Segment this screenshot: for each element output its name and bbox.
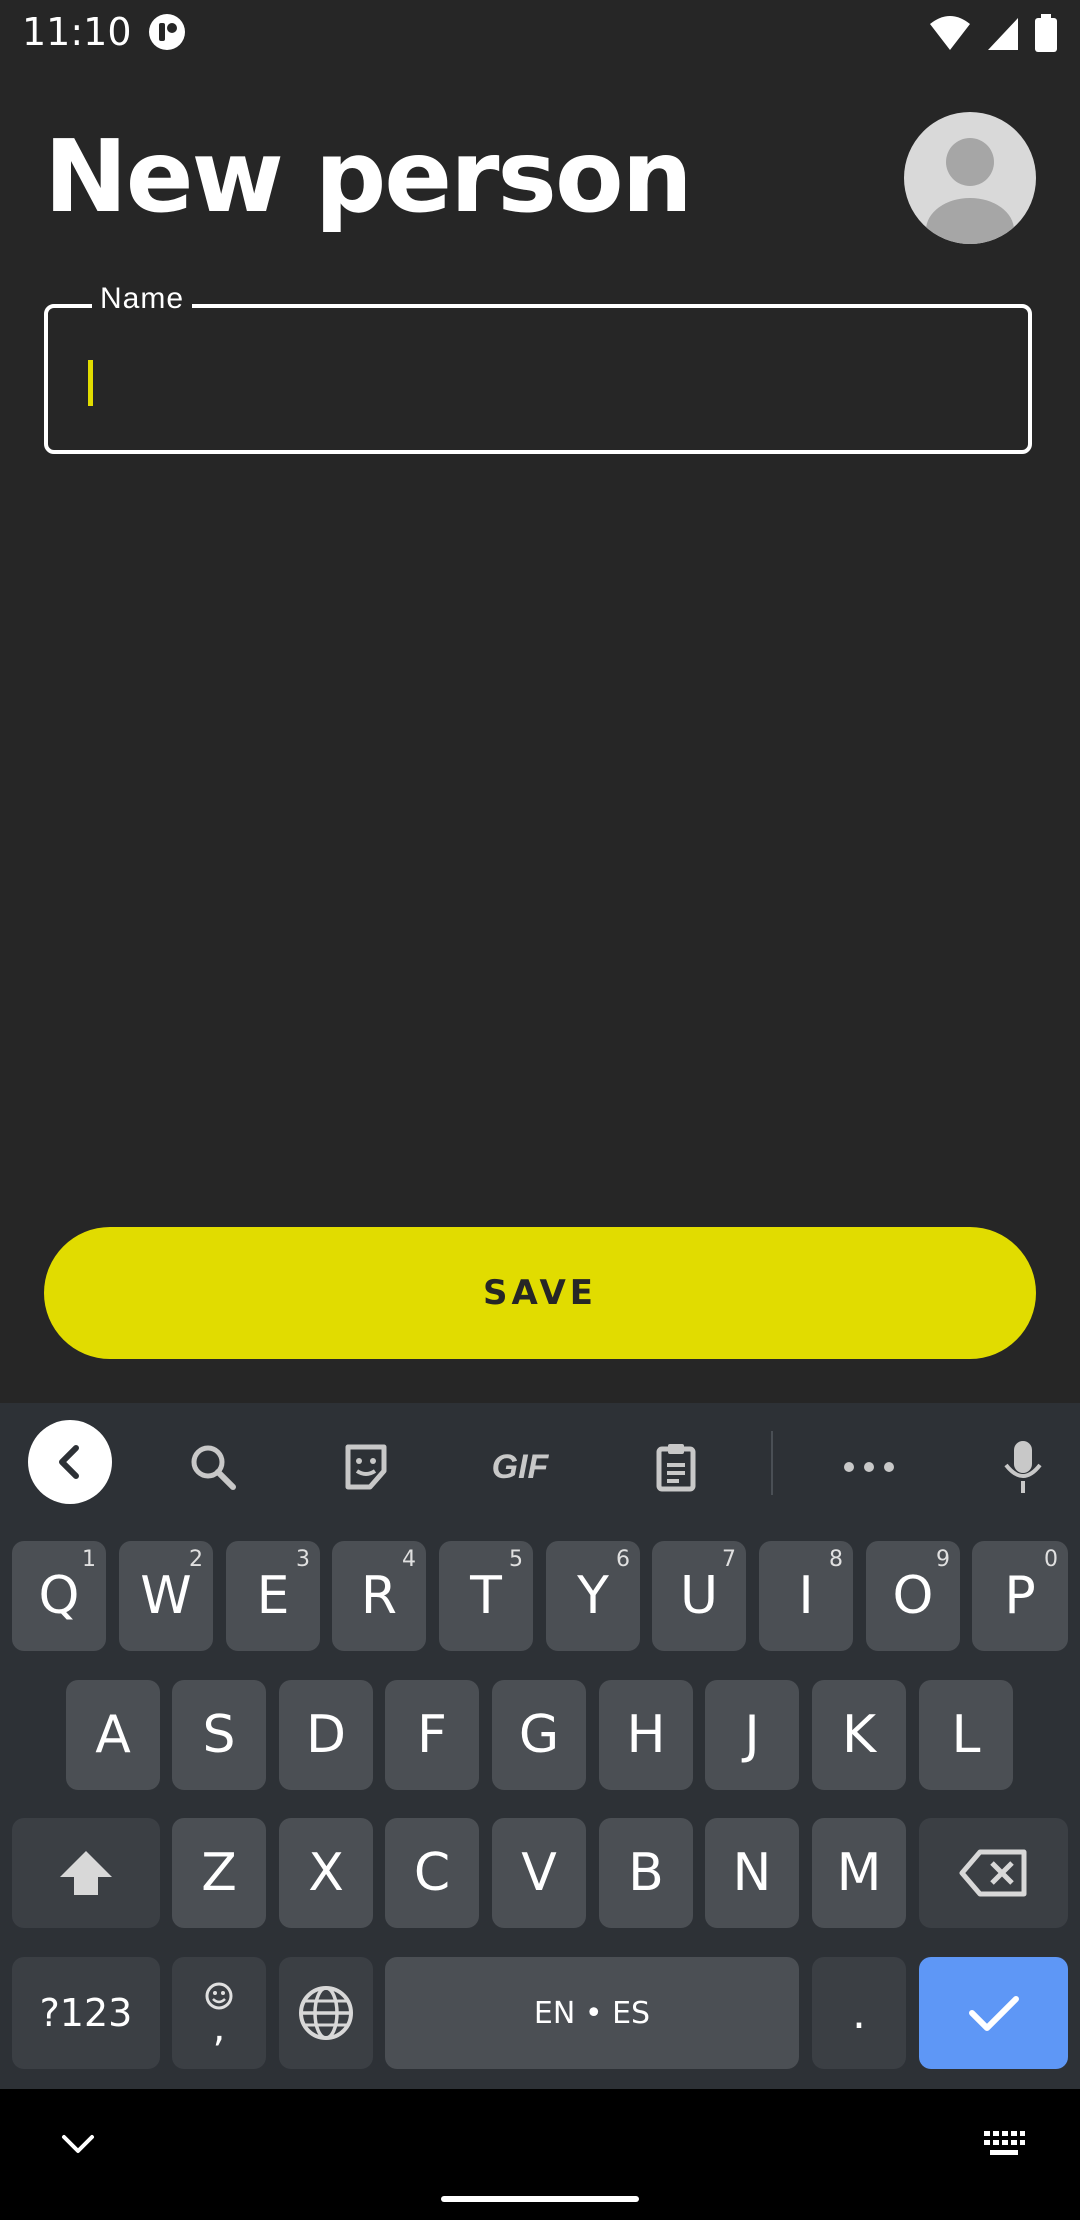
status-time: 11:10 <box>22 10 132 54</box>
gif-button[interactable]: GIF <box>480 1439 560 1495</box>
keyboard-toolbar: GIF <box>0 1403 1080 1523</box>
globe-icon <box>299 1986 353 2040</box>
battery-icon <box>1035 14 1057 52</box>
language-key[interactable] <box>279 1957 373 2069</box>
key-c[interactable]: C <box>385 1818 479 1928</box>
key-i[interactable]: I8 <box>759 1541 853 1651</box>
key-r[interactable]: R4 <box>332 1541 426 1651</box>
key-o[interactable]: O9 <box>866 1541 960 1651</box>
clipboard-icon[interactable] <box>648 1439 704 1495</box>
text-cursor <box>88 360 93 406</box>
name-field[interactable]: Name <box>44 282 1032 454</box>
comma-label: , <box>212 2005 226 2051</box>
more-icon[interactable] <box>841 1439 897 1495</box>
backspace-icon <box>959 1849 1026 1897</box>
space-bar[interactable]: EN • ES <box>385 1957 799 2069</box>
key-z[interactable]: Z <box>172 1818 266 1928</box>
back-icon[interactable] <box>28 1420 112 1504</box>
check-icon <box>968 1996 1019 2031</box>
status-bar: 11:10 <box>0 0 1080 64</box>
key-p[interactable]: P0 <box>972 1541 1068 1651</box>
home-gesture-handle[interactable] <box>441 2196 639 2202</box>
wifi-icon <box>930 16 970 50</box>
key-y[interactable]: Y6 <box>546 1541 640 1651</box>
key-f[interactable]: F <box>385 1680 479 1790</box>
key-x[interactable]: X <box>279 1818 373 1928</box>
key-g[interactable]: G <box>492 1680 586 1790</box>
keyboard: GIF Q1 W2 E3 R4 T5 Y6 U7 I8 O9 P0 A S D … <box>0 1403 1080 2089</box>
key-s[interactable]: S <box>172 1680 266 1790</box>
key-v[interactable]: V <box>492 1818 586 1928</box>
toolbar-divider <box>771 1431 773 1495</box>
hide-keyboard-icon[interactable] <box>58 2129 98 2159</box>
key-q[interactable]: Q1 <box>12 1541 106 1651</box>
page-title: New person <box>44 118 693 235</box>
backspace-key[interactable] <box>919 1818 1068 1928</box>
key-u[interactable]: U7 <box>652 1541 746 1651</box>
enter-key[interactable] <box>919 1957 1068 2069</box>
key-h[interactable]: H <box>599 1680 693 1790</box>
save-button[interactable]: SAVE <box>44 1227 1036 1359</box>
search-icon[interactable] <box>185 1439 241 1495</box>
app-notification-icon <box>149 14 185 50</box>
name-input[interactable] <box>108 338 992 430</box>
sticker-icon[interactable] <box>338 1439 394 1495</box>
key-d[interactable]: D <box>279 1680 373 1790</box>
key-e[interactable]: E3 <box>226 1541 320 1651</box>
key-m[interactable]: M <box>812 1818 906 1928</box>
key-a[interactable]: A <box>66 1680 160 1790</box>
key-k[interactable]: K <box>812 1680 906 1790</box>
name-label: Name <box>92 282 193 316</box>
key-t[interactable]: T5 <box>439 1541 533 1651</box>
key-j[interactable]: J <box>705 1680 799 1790</box>
shift-key[interactable] <box>12 1818 160 1928</box>
shift-icon <box>60 1851 112 1895</box>
key-w[interactable]: W2 <box>119 1541 213 1651</box>
person-avatar-icon[interactable] <box>904 112 1036 244</box>
period-key[interactable]: . <box>812 1957 906 2069</box>
emoji-comma-key[interactable]: , <box>172 1957 266 2069</box>
keyboard-switch-icon[interactable] <box>982 2129 1026 2159</box>
symbols-key[interactable]: ?123 <box>12 1957 160 2069</box>
key-n[interactable]: N <box>705 1818 799 1928</box>
navigation-bar <box>0 2089 1080 2220</box>
signal-icon <box>988 18 1018 50</box>
mic-icon[interactable] <box>995 1439 1051 1495</box>
key-l[interactable]: L <box>919 1680 1013 1790</box>
key-b[interactable]: B <box>599 1818 693 1928</box>
